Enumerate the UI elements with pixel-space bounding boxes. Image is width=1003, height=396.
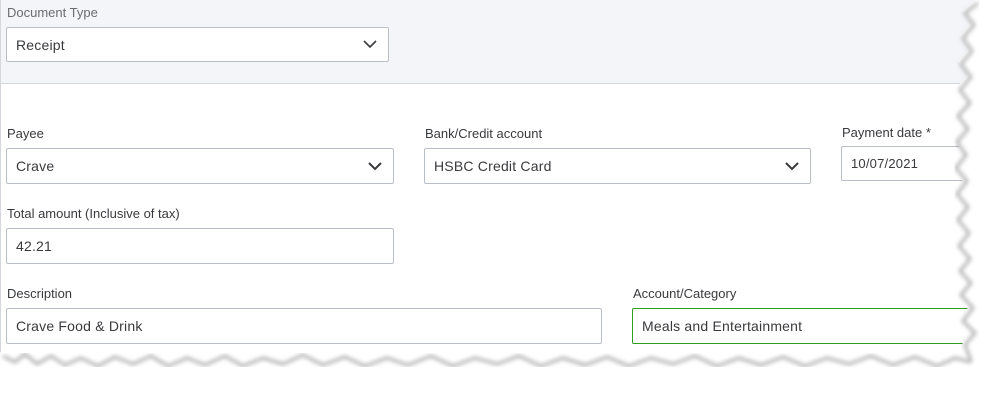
receipt-form: Document Type Receipt Payee Crave Bank/C… (0, 0, 992, 372)
bank-account-label: Bank/Credit account (425, 126, 543, 141)
description-label: Description (7, 286, 73, 301)
payee-value: Crave (16, 158, 55, 174)
description-input[interactable]: Crave Food & Drink (6, 308, 602, 344)
payee-label: Payee (7, 126, 44, 141)
description-value: Crave Food & Drink (16, 318, 143, 334)
document-type-select[interactable]: Receipt (6, 27, 389, 62)
account-category-label: Account/Category (633, 286, 737, 301)
chevron-down-icon[interactable] (783, 157, 801, 175)
document-type-label: Document Type (7, 5, 98, 20)
payee-select[interactable]: Crave (6, 148, 394, 184)
total-amount-input[interactable]: 42.21 (6, 228, 394, 264)
account-category-input[interactable]: Meals and Entertainment (632, 308, 992, 344)
chevron-down-icon[interactable] (366, 157, 384, 175)
total-amount-label: Total amount (Inclusive of tax) (7, 206, 180, 221)
account-category-value: Meals and Entertainment (642, 318, 803, 334)
document-type-value: Receipt (16, 36, 65, 53)
payment-date-input[interactable]: 10/07/2021 (841, 146, 991, 181)
bank-account-value: HSBC Credit Card (434, 158, 552, 174)
total-amount-value: 42.21 (16, 238, 53, 254)
payment-date-label: Payment date * (842, 125, 931, 140)
chevron-down-icon[interactable] (361, 36, 379, 54)
bank-account-select[interactable]: HSBC Credit Card (424, 148, 811, 184)
payment-date-value: 10/07/2021 (851, 156, 919, 171)
